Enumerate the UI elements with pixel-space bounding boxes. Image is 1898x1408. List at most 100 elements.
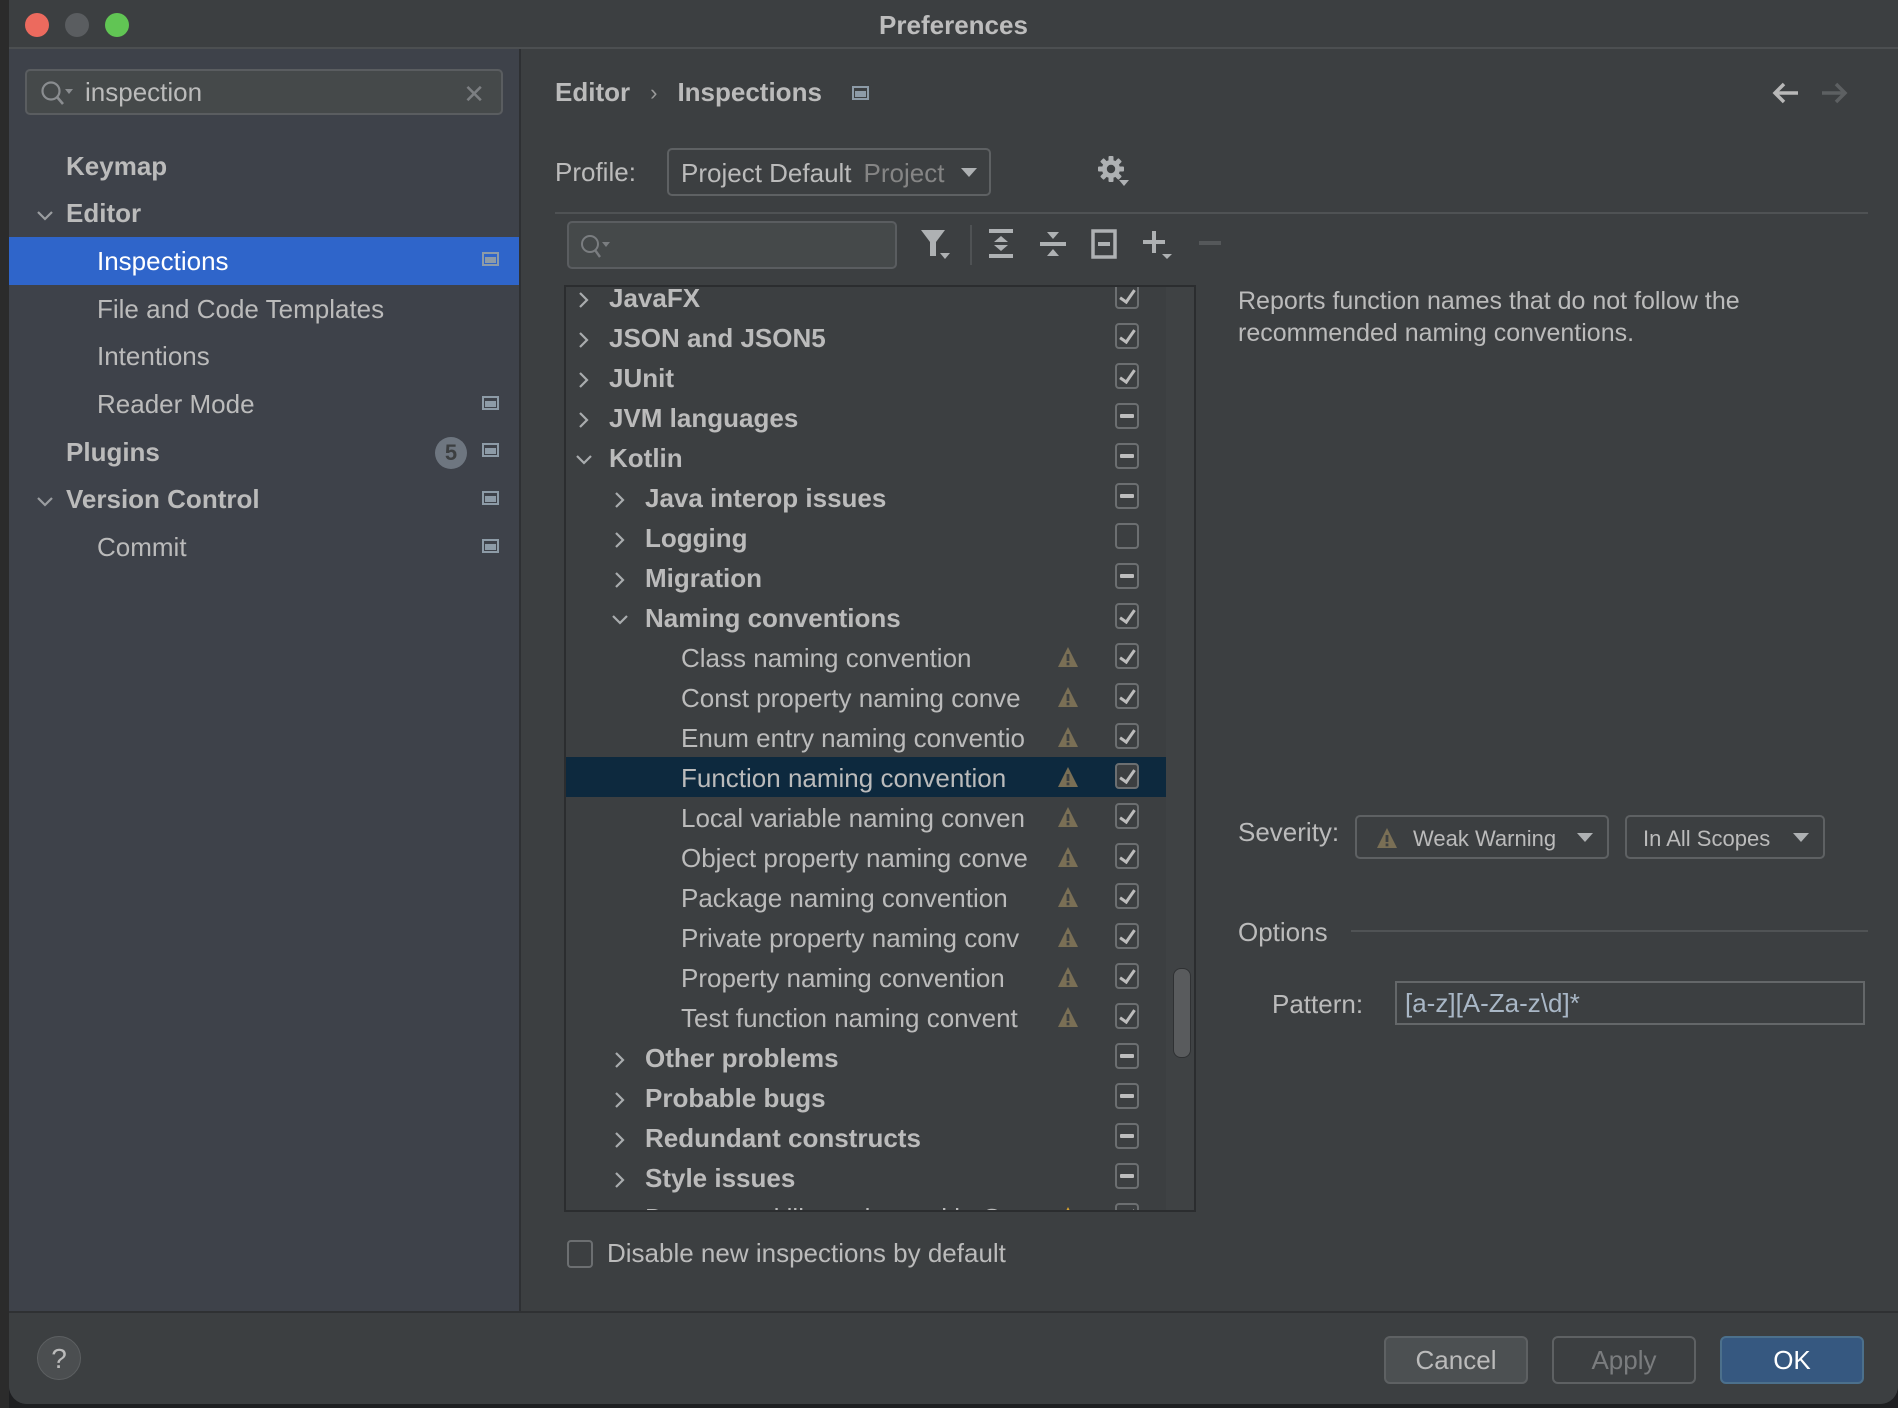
severity-dropdown[interactable]: Weak Warning <box>1355 815 1609 859</box>
tree-row-test-function-naming-convent[interactable]: Test function naming convent <box>566 997 1166 1037</box>
enable-checkbox[interactable] <box>1115 1083 1139 1109</box>
chevron-right-icon[interactable] <box>610 566 630 588</box>
enable-checkbox[interactable] <box>1115 563 1139 589</box>
breadcrumb-editor[interactable]: Editor <box>555 77 630 108</box>
sidebar-item-file-and-code-templates[interactable]: File and Code Templates <box>9 285 519 333</box>
enable-checkbox[interactable] <box>1115 843 1139 869</box>
enable-checkbox[interactable] <box>1115 803 1139 829</box>
enable-checkbox[interactable] <box>1115 483 1139 509</box>
back-button[interactable] <box>1771 79 1801 113</box>
tree-scrollbar-thumb[interactable] <box>1173 968 1191 1058</box>
add-button[interactable] <box>1141 227 1175 266</box>
tree-scrollbar-track[interactable] <box>1166 287 1194 1210</box>
scope-dropdown[interactable]: In All Scopes <box>1625 815 1825 859</box>
enable-checkbox[interactable] <box>1115 923 1139 949</box>
enable-checkbox[interactable] <box>1115 763 1139 789</box>
enable-checkbox[interactable] <box>1115 603 1139 629</box>
enable-checkbox[interactable] <box>1115 287 1139 309</box>
enable-checkbox[interactable] <box>1115 363 1139 389</box>
chevron-right-icon[interactable] <box>574 366 594 388</box>
tree-row-kotlin[interactable]: Kotlin <box>566 437 1166 477</box>
tree-row-naming-conventions[interactable]: Naming conventions <box>566 597 1166 637</box>
enable-checkbox[interactable] <box>1115 683 1139 709</box>
sidebar-item-editor[interactable]: Editor <box>9 190 519 238</box>
forward-button[interactable] <box>1819 79 1849 113</box>
inspection-filter-field[interactable] <box>567 221 897 269</box>
tree-row-junit[interactable]: JUnit <box>566 357 1166 397</box>
enable-checkbox[interactable] <box>1115 1163 1139 1189</box>
tree-row-local-variable-naming-conven[interactable]: Local variable naming conven <box>566 797 1166 837</box>
profile-dropdown[interactable]: Project Default Project <box>667 148 991 196</box>
chevron-right-icon[interactable] <box>610 1086 630 1108</box>
sidebar-item-keymap[interactable]: Keymap <box>9 142 519 190</box>
chevron-down-icon[interactable] <box>610 606 630 626</box>
disable-new-inspections-checkbox[interactable] <box>567 1239 593 1268</box>
settings-search-input[interactable]: inspection <box>85 77 202 108</box>
chevron-right-icon[interactable] <box>574 287 594 308</box>
enable-checkbox[interactable] <box>1115 1043 1139 1069</box>
enable-checkbox[interactable] <box>1115 1003 1139 1029</box>
sidebar-item-inspections[interactable]: Inspections <box>9 237 519 286</box>
clear-search-icon[interactable]: ✕ <box>463 79 485 110</box>
apply-button[interactable]: Apply <box>1552 1336 1696 1384</box>
enable-checkbox[interactable] <box>1115 963 1139 989</box>
reset-to-default-button[interactable] <box>1090 227 1118 266</box>
chevron-right-icon[interactable] <box>610 526 630 548</box>
tree-row-property-naming-convention[interactable]: Property naming convention <box>566 957 1166 997</box>
chevron-right-icon[interactable] <box>610 1166 630 1188</box>
chevron-down-icon[interactable] <box>574 446 594 466</box>
sidebar-item-reader-mode[interactable]: Reader Mode <box>9 381 519 429</box>
enable-checkbox[interactable] <box>1115 403 1139 429</box>
tree-row-package-naming-convention[interactable]: Package naming convention <box>566 877 1166 917</box>
chevron-right-icon[interactable] <box>574 326 594 348</box>
tree-row-private-property-naming-conv[interactable]: Private property naming conv <box>566 917 1166 957</box>
chevron-down-icon[interactable] <box>35 202 57 224</box>
filter-button[interactable] <box>919 227 953 266</box>
chevron-down-icon[interactable] <box>35 488 57 510</box>
tree-row-json-and-json5[interactable]: JSON and JSON5 <box>566 317 1166 357</box>
tree-row-const-property-naming-conve[interactable]: Const property naming conve <box>566 677 1166 717</box>
sidebar-item-intentions[interactable]: Intentions <box>9 333 519 381</box>
enable-checkbox[interactable] <box>1115 523 1139 549</box>
tree-row-migration[interactable]: Migration <box>566 557 1166 597</box>
inspections-tree[interactable]: JavaFX JSON and JSON5 JUnit JVM languages Ko… <box>564 285 1196 1212</box>
tree-row-probable-bugs[interactable]: Probable bugs <box>566 1077 1166 1117</box>
tree-row-class-naming-convention[interactable]: Class naming convention <box>566 637 1166 677</box>
help-button[interactable]: ? <box>37 1336 81 1380</box>
enable-checkbox[interactable] <box>1115 1203 1139 1210</box>
tree-row-enum-entry-naming-conventio[interactable]: Enum entry naming conventio <box>566 717 1166 757</box>
profile-settings-button[interactable] <box>1097 155 1133 194</box>
sidebar-item-version-control[interactable]: Version Control <box>9 476 519 524</box>
collapse-all-button[interactable] <box>1039 227 1067 266</box>
tree-row-other-problems[interactable]: Other problems <box>566 1037 1166 1077</box>
tree-row-logging[interactable]: Logging <box>566 517 1166 557</box>
tree-row-javafx[interactable]: JavaFX <box>566 287 1166 317</box>
enable-checkbox[interactable] <box>1115 443 1139 469</box>
tree-row-redundant-constructs[interactable]: Redundant constructs <box>566 1117 1166 1157</box>
chevron-right-icon[interactable] <box>574 406 594 428</box>
chevron-right-icon[interactable] <box>610 1126 630 1148</box>
enable-checkbox[interactable] <box>1115 1123 1139 1149</box>
tree-row-java-interop-issues[interactable]: Java interop issues <box>566 477 1166 517</box>
expand-all-button[interactable] <box>987 227 1015 266</box>
pattern-input[interactable] <box>1395 981 1865 1025</box>
sidebar-item-commit[interactable]: Commit <box>9 524 519 572</box>
enable-checkbox[interactable] <box>1115 643 1139 669</box>
tree-row-style-issues[interactable]: Style issues <box>566 1157 1166 1197</box>
remove-button[interactable] <box>1197 227 1223 266</box>
search-icon[interactable] <box>39 79 75 114</box>
tree-row-jvm-languages[interactable]: JVM languages <box>566 397 1166 437</box>
cancel-button[interactable]: Cancel <box>1384 1336 1528 1384</box>
enable-checkbox[interactable] <box>1115 323 1139 349</box>
settings-search-field[interactable]: inspection ✕ <box>25 69 503 115</box>
enable-checkbox[interactable] <box>1115 883 1139 909</box>
sidebar-item-plugins[interactable]: Plugins 5 <box>9 428 519 476</box>
tree-row-object-property-naming-conve[interactable]: Object property naming conve <box>566 837 1166 877</box>
chevron-right-icon[interactable] <box>610 1046 630 1068</box>
tree-row-deprecated-library-is-used-in-gra[interactable]: Deprecated library is used in Gra <box>566 1197 1166 1210</box>
ok-button[interactable]: OK <box>1720 1336 1864 1384</box>
enable-checkbox[interactable] <box>1115 723 1139 749</box>
disable-new-inspections[interactable]: Disable new inspections by default <box>567 1238 1006 1269</box>
tree-row-function-naming-convention[interactable]: Function naming convention <box>566 757 1166 797</box>
chevron-right-icon[interactable] <box>610 486 630 508</box>
